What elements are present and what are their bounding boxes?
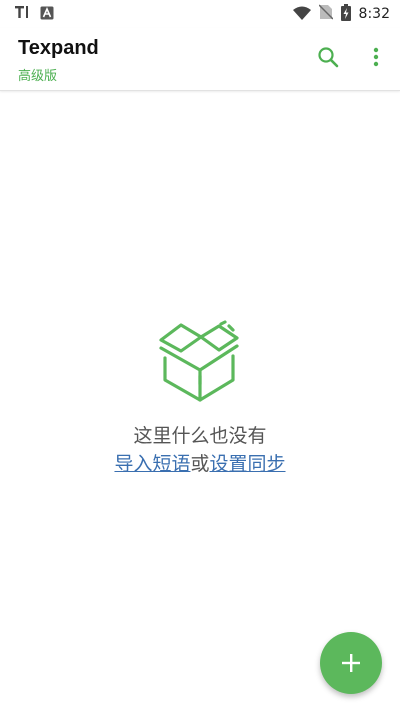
text-notification-icon [14, 4, 30, 24]
no-sim-icon [318, 4, 334, 24]
or-separator: 或 [190, 453, 210, 475]
wifi-icon [292, 5, 311, 24]
app-subtitle: 高级版 [18, 69, 58, 84]
add-phrase-button[interactable] [320, 632, 382, 694]
empty-message: 这里什么也没有 [133, 425, 267, 447]
more-vert-icon [373, 47, 379, 67]
more-options-button[interactable] [356, 37, 396, 77]
status-bar-left [14, 4, 54, 24]
app-title: Texpand [18, 37, 99, 59]
open-box-icon [159, 320, 239, 402]
search-button[interactable] [308, 37, 348, 77]
app-bar: Texpand 高级版 [0, 28, 400, 91]
status-bar-right: 8:32 [292, 3, 390, 25]
accessibility-notification-icon [40, 5, 54, 24]
status-bar: 8:32 [0, 0, 400, 28]
import-phrases-link[interactable]: 导入短语 [114, 453, 190, 475]
search-icon [318, 47, 339, 68]
battery-charging-icon [340, 3, 351, 25]
empty-actions: 导入短语或设置同步 [0, 450, 400, 478]
empty-state: 这里什么也没有 导入短语或设置同步 [0, 318, 400, 478]
plus-icon [342, 654, 360, 672]
setup-sync-link[interactable]: 设置同步 [210, 453, 286, 475]
status-time: 8:32 [358, 6, 390, 22]
